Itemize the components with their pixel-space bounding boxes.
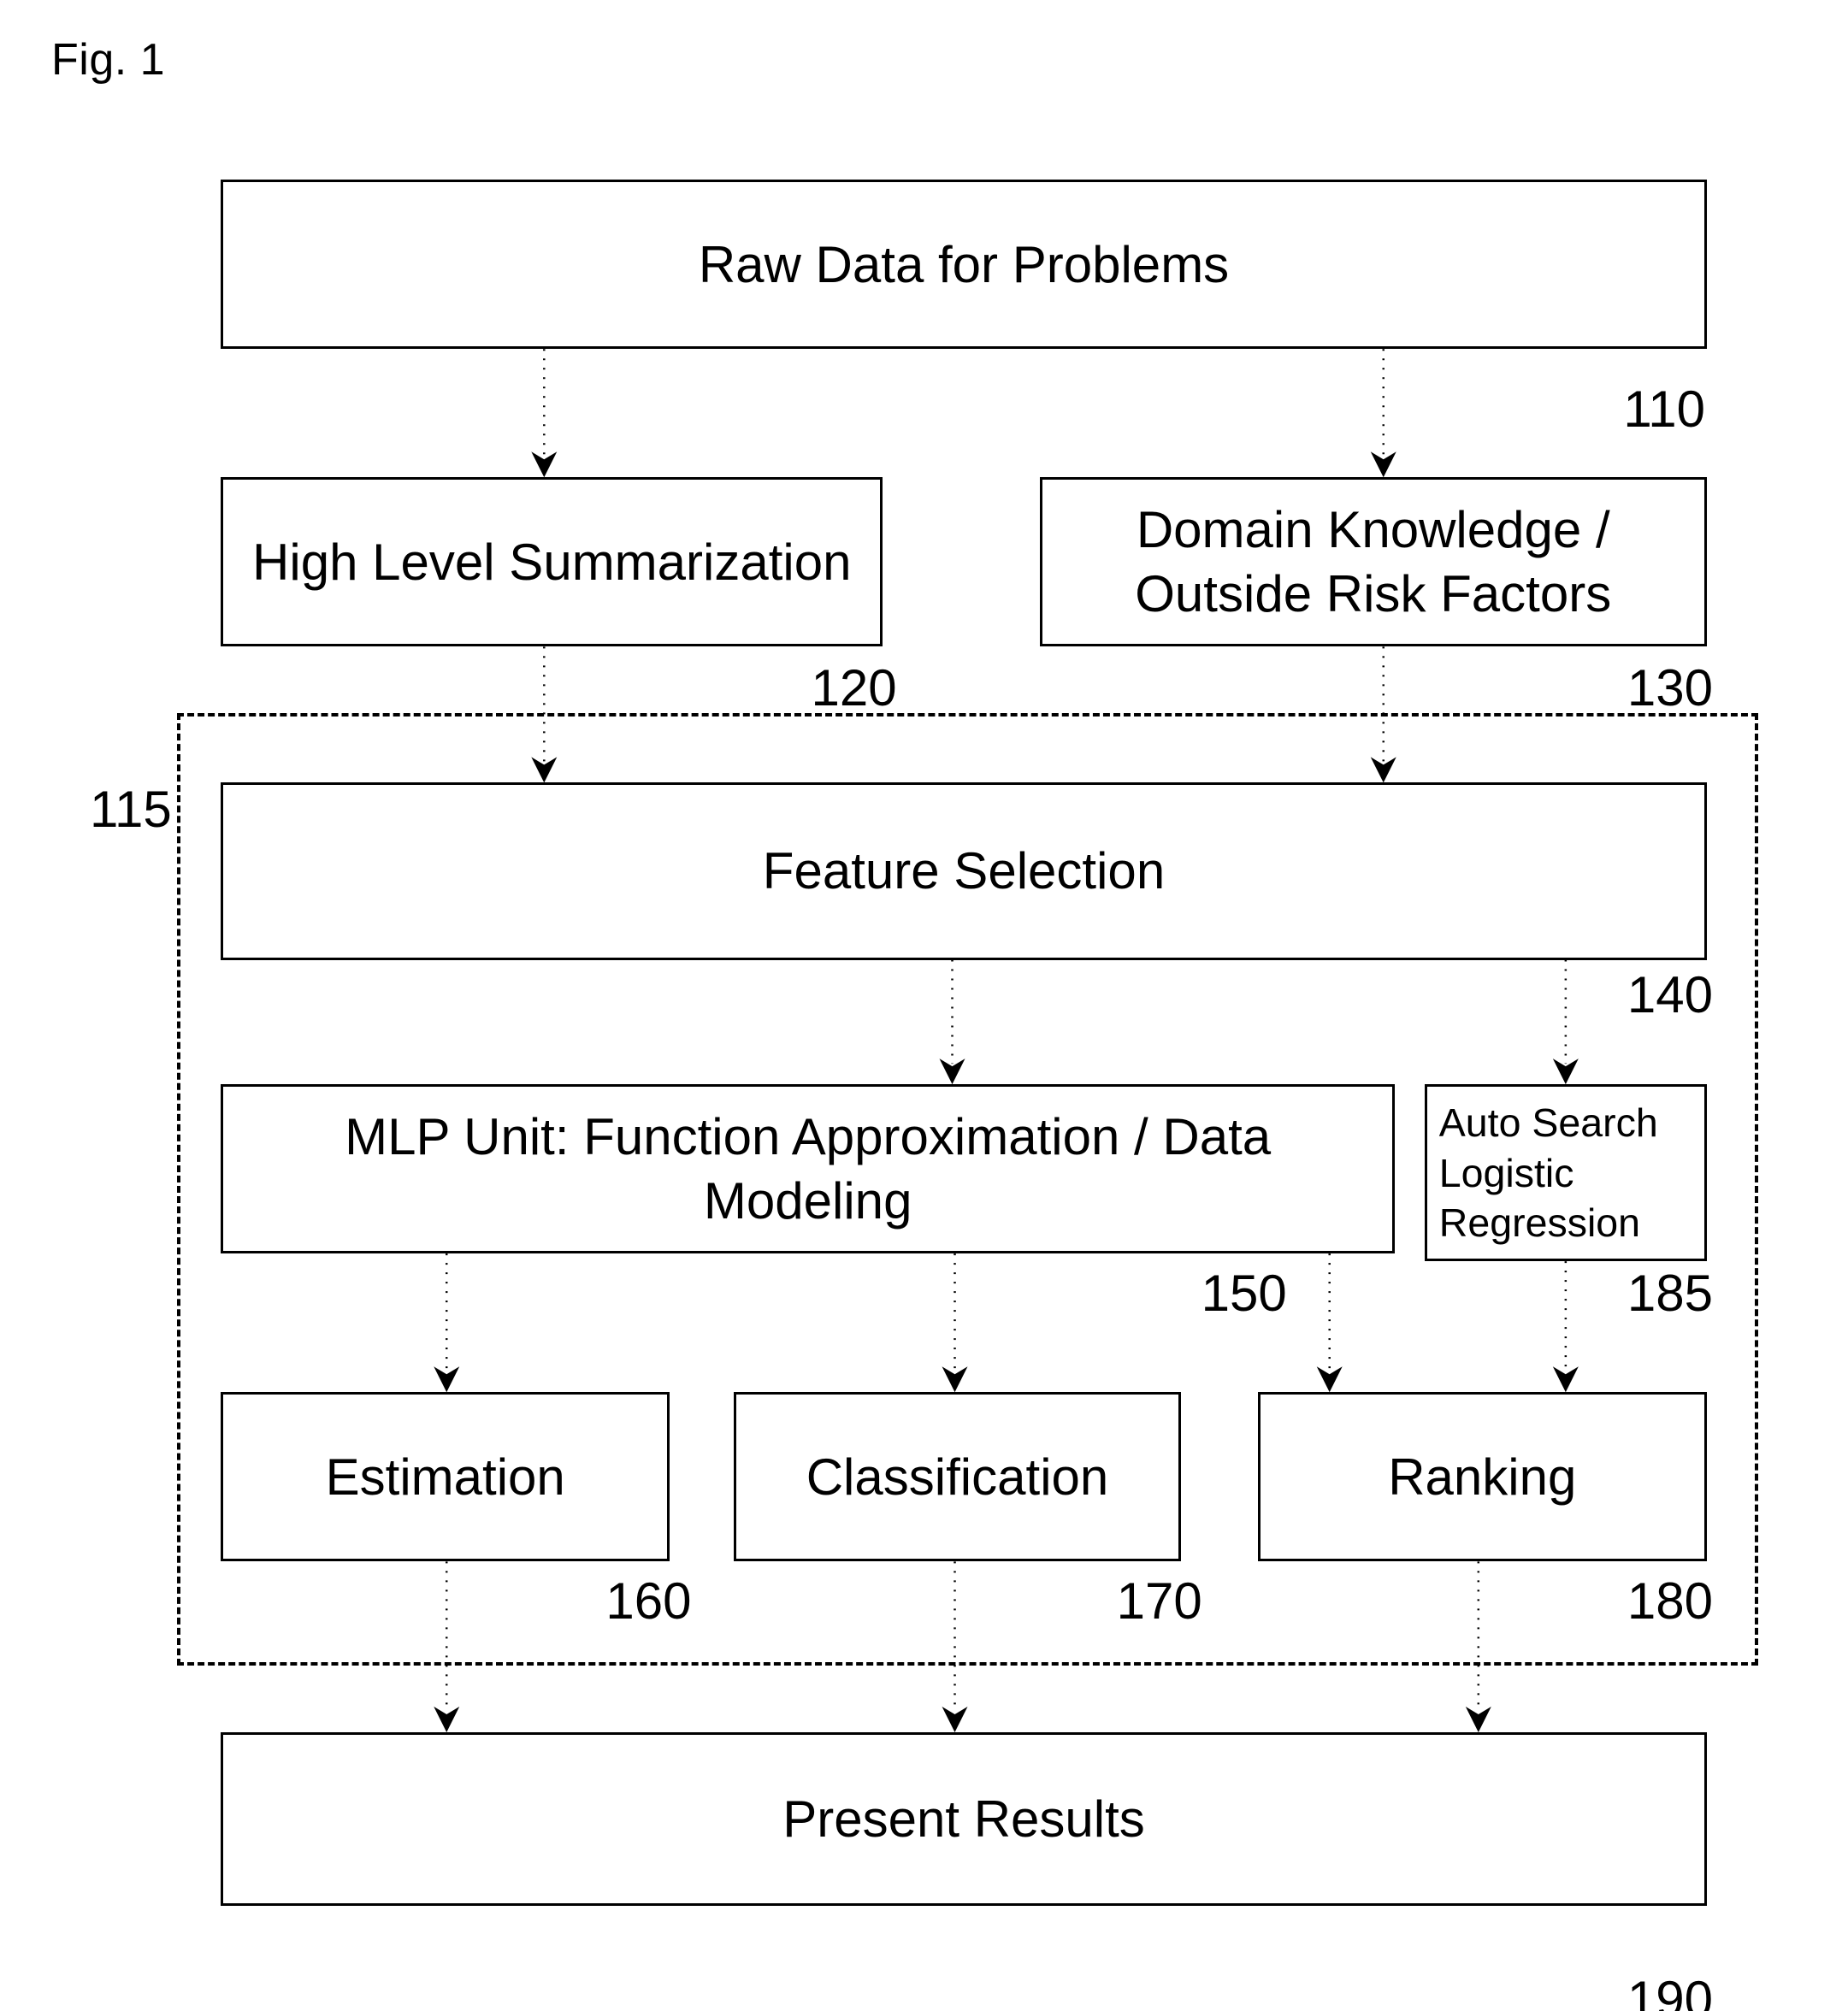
reference-numeral-160: 160 [605,1572,692,1631]
connector-arrowhead-mlp-unit-to-classification [942,1366,968,1393]
reference-numeral-180: 180 [1627,1572,1714,1631]
reference-numeral-190: 190 [1627,1970,1714,2011]
node-label-classification: Classification [806,1448,1109,1506]
node-ranking: Ranking [1257,1392,1707,1562]
node-label-high-level-summarization: High Level Summarization [252,533,852,591]
reference-numeral-150: 150 [1201,1265,1287,1323]
reference-numeral-120: 120 [811,658,897,717]
node-present-results: Present Results [221,1731,1707,1906]
node-classification: Classification [734,1392,1181,1562]
figure-canvas: Fig. 1 Raw Data for Problems High Level S… [0,0,1848,2011]
reference-numeral-185: 185 [1627,1265,1714,1323]
node-label-mlp-unit: MLP Unit: Function Approximation / Data … [345,1108,1272,1230]
connector-arrowhead-mlp-unit-to-estimation [434,1366,460,1393]
node-feature-selection: Feature Selection [221,782,1707,960]
node-raw-data: Raw Data for Problems [221,180,1707,350]
connector-arrowhead-domain-knowledge-to-feature-selection [1370,757,1396,783]
node-auto-search-logistic-regression: Auto Search Logistic Regression [1424,1084,1707,1262]
reference-numeral-115: 115 [90,781,172,839]
connector-arrowhead-feature-selection-to-auto-search-logistic-regression [1552,1059,1579,1085]
reference-numeral-170: 170 [1116,1572,1202,1631]
reference-numeral-140: 140 [1627,965,1714,1023]
node-label-ranking: Ranking [1388,1448,1577,1506]
reference-numeral-130: 130 [1627,658,1714,717]
connector-arrowhead-ranking-to-present-results [1465,1706,1491,1732]
node-label-domain-knowledge: Domain Knowledge / Outside Risk Factors [1135,501,1612,623]
connector-arrowhead-raw-data-to-high-level-summarization [531,451,558,478]
node-estimation: Estimation [221,1392,670,1562]
connector-arrowhead-feature-selection-to-mlp-unit [939,1059,965,1085]
node-domain-knowledge: Domain Knowledge / Outside Risk Factors [1039,477,1707,647]
node-label-feature-selection: Feature Selection [762,842,1166,900]
connector-arrowhead-auto-search-logistic-regression-to-ranking [1552,1366,1579,1393]
node-mlp-unit: MLP Unit: Function Approximation / Data … [221,1084,1396,1254]
node-label-present-results: Present Results [782,1790,1145,1848]
connector-arrowhead-mlp-unit-to-ranking [1316,1366,1343,1393]
connector-arrowhead-classification-to-present-results [942,1706,968,1732]
connector-arrowhead-raw-data-to-domain-knowledge [1370,451,1396,478]
node-label-auto-search-logistic-regression: Auto Search Logistic Regression [1438,1100,1658,1245]
node-label-raw-data: Raw Data for Problems [698,235,1230,293]
reference-numeral-110: 110 [1623,380,1706,439]
connector-arrowhead-estimation-to-present-results [434,1706,460,1732]
figure-title: Fig. 1 [51,35,166,85]
node-high-level-summarization: High Level Summarization [221,477,883,647]
node-label-estimation: Estimation [325,1448,565,1506]
connector-arrowhead-high-level-summarization-to-feature-selection [531,757,558,783]
